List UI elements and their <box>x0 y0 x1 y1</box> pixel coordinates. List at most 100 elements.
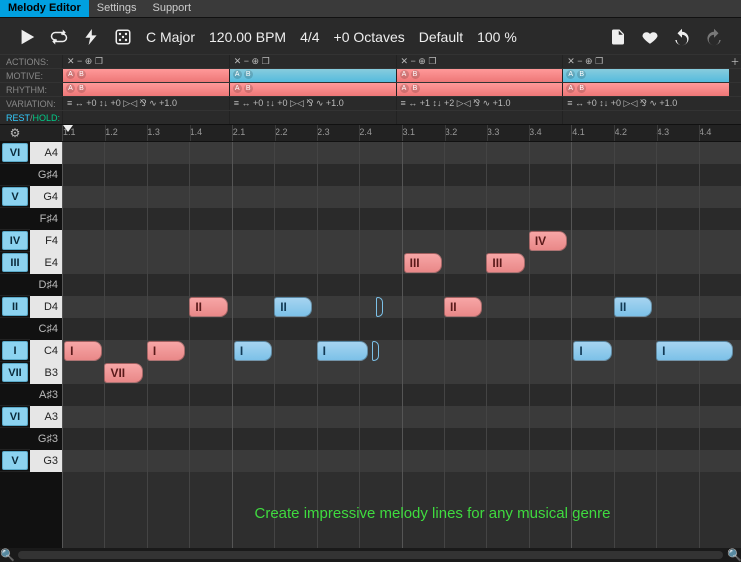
play-icon[interactable] <box>18 28 36 46</box>
piano-row[interactable]: VG4 <box>0 186 62 208</box>
note-block[interactable]: I <box>64 341 102 361</box>
variation-block[interactable]: ≡ ↔ +0 ↕↓ +0 ▷◁ ⅋ ∿ +1.0 <box>62 97 229 110</box>
key-name: E4 <box>30 252 62 274</box>
motive-block[interactable]: AB <box>396 69 563 82</box>
note-block[interactable]: I <box>573 341 611 361</box>
loop-icon[interactable] <box>50 28 68 46</box>
key-display[interactable]: C Major <box>146 29 195 45</box>
scale-degree-badge: V <box>2 187 28 206</box>
note-grid[interactable]: IVIIIIIIIIIIIIIIIIIIVIIII Create impress… <box>62 142 741 548</box>
rhythm-label: RHYTHM: <box>0 85 62 95</box>
variation-block[interactable]: ≡ ↔ +0 ↕↓ +0 ▷◁ ⅋ ∿ +1.0 <box>562 97 729 110</box>
key-name: G♯4 <box>30 164 62 186</box>
motive-block[interactable]: AB <box>62 69 229 82</box>
timesig-display[interactable]: 4/4 <box>300 29 319 45</box>
note-block[interactable]: I <box>234 341 272 361</box>
variation-block[interactable]: ≡ ↔ +0 ↕↓ +0 ▷◁ ⅋ ∿ +1.0 <box>229 97 396 110</box>
piano-row[interactable]: VG3 <box>0 450 62 472</box>
variation-block[interactable]: ≡ ↔ +1 ↕↓ +2 ▷◁ ⅋ ∿ +1.0 <box>396 97 563 110</box>
undo-icon[interactable] <box>673 28 691 46</box>
section-actions[interactable]: ✕ − ⊕ ❐ <box>562 55 729 68</box>
preset-display[interactable]: Default <box>419 29 463 45</box>
note-block[interactable]: II <box>614 297 652 317</box>
tab-melody-editor[interactable]: Melody Editor <box>0 0 89 17</box>
gear-icon[interactable]: ⚙ <box>6 124 24 142</box>
scale-degree-badge: VII <box>2 363 28 382</box>
note-block[interactable]: II <box>444 297 482 317</box>
rhythm-block[interactable]: AB <box>62 83 229 96</box>
piano-row[interactable]: A♯3 <box>0 384 62 406</box>
key-name: F4 <box>30 230 62 252</box>
note-block[interactable] <box>376 297 383 317</box>
section-actions[interactable]: ✕ − ⊕ ❐ <box>62 55 229 68</box>
piano-row[interactable]: G♯3 <box>0 428 62 450</box>
variation-label: VARIATION: <box>0 99 62 109</box>
scale-degree-badge: VI <box>2 143 28 162</box>
zoom-out-icon[interactable]: 🔍 <box>0 548 14 562</box>
note-block[interactable]: I <box>656 341 732 361</box>
note-block[interactable]: I <box>147 341 185 361</box>
key-name: D♯4 <box>30 274 62 296</box>
scale-degree-badge <box>2 385 28 404</box>
piano-row[interactable]: VIA3 <box>0 406 62 428</box>
scale-degree-badge <box>2 165 28 184</box>
horizontal-scrollbar[interactable]: 🔍 🔍 <box>0 548 741 562</box>
note-block[interactable] <box>372 341 379 361</box>
scale-degree-badge: IV <box>2 231 28 250</box>
note-block[interactable]: III <box>404 253 442 273</box>
section-strips: ACTIONS: ✕ − ⊕ ❐✕ − ⊕ ❐✕ − ⊕ ❐✕ − ⊕ ❐ ＋ … <box>0 54 741 124</box>
ruler-bar[interactable]: 4.14.24.34.4 <box>571 125 741 141</box>
note-block[interactable]: I <box>317 341 368 361</box>
section-actions[interactable]: ✕ − ⊕ ❐ <box>396 55 563 68</box>
ruler-bar[interactable]: 2.12.22.32.4 <box>232 125 402 141</box>
tab-settings[interactable]: Settings <box>89 0 145 17</box>
piano-row[interactable]: IID4 <box>0 296 62 318</box>
note-block[interactable]: II <box>189 297 227 317</box>
new-file-icon[interactable] <box>609 28 627 46</box>
note-block[interactable]: IV <box>529 231 567 251</box>
timeline-ruler[interactable]: 1.11.21.31.42.12.22.32.43.13.23.33.44.14… <box>62 125 741 141</box>
piano-row[interactable]: F♯4 <box>0 208 62 230</box>
piano-row[interactable]: D♯4 <box>0 274 62 296</box>
tempo-display[interactable]: 120.00 BPM <box>209 29 286 45</box>
dice-icon[interactable] <box>114 28 132 46</box>
ruler-bar[interactable]: 3.13.23.33.4 <box>402 125 572 141</box>
section-actions[interactable]: ✕ − ⊕ ❐ <box>229 55 396 68</box>
piano-row[interactable]: IC4 <box>0 340 62 362</box>
actions-label: ACTIONS: <box>0 57 62 67</box>
bolt-icon[interactable] <box>82 28 100 46</box>
piano-row[interactable]: VIIB3 <box>0 362 62 384</box>
rhythm-block[interactable]: AB <box>562 83 729 96</box>
heart-icon[interactable] <box>641 28 659 46</box>
piano-row[interactable]: C♯4 <box>0 318 62 340</box>
key-name: A♯3 <box>30 384 62 406</box>
key-name: B3 <box>30 362 62 384</box>
note-block[interactable]: II <box>274 297 312 317</box>
piano-keyboard[interactable]: VIA4G♯4VG4F♯4IVF4IIIE4D♯4IID4C♯4IC4VIIB3… <box>0 142 62 548</box>
zoom-in-icon[interactable]: 🔍 <box>727 548 741 562</box>
piano-row[interactable]: VIA4 <box>0 142 62 164</box>
ruler-bar[interactable]: 1.11.21.31.4 <box>62 125 232 141</box>
piano-row[interactable]: G♯4 <box>0 164 62 186</box>
piano-row[interactable]: IIIE4 <box>0 252 62 274</box>
motive-block[interactable]: AB <box>562 69 729 82</box>
rhythm-block[interactable]: AB <box>229 83 396 96</box>
add-section-button[interactable]: ＋ <box>729 55 741 68</box>
redo-icon[interactable] <box>705 28 723 46</box>
motive-block[interactable]: AB <box>229 69 396 82</box>
scale-degree-badge <box>2 319 28 338</box>
piano-row[interactable]: IVF4 <box>0 230 62 252</box>
note-block[interactable]: VII <box>104 363 142 383</box>
key-name: D4 <box>30 296 62 318</box>
note-block[interactable]: III <box>486 253 524 273</box>
scale-degree-badge <box>2 209 28 228</box>
zoom-display[interactable]: 100 % <box>477 29 517 45</box>
rhythm-block[interactable]: AB <box>396 83 563 96</box>
key-name: C4 <box>30 340 62 362</box>
tab-support[interactable]: Support <box>144 0 199 17</box>
key-name: G♯3 <box>30 428 62 450</box>
octave-display[interactable]: +0 Octaves <box>334 29 405 45</box>
scale-degree-badge <box>2 275 28 294</box>
scale-degree-badge: V <box>2 451 28 470</box>
key-name: A4 <box>30 142 62 164</box>
